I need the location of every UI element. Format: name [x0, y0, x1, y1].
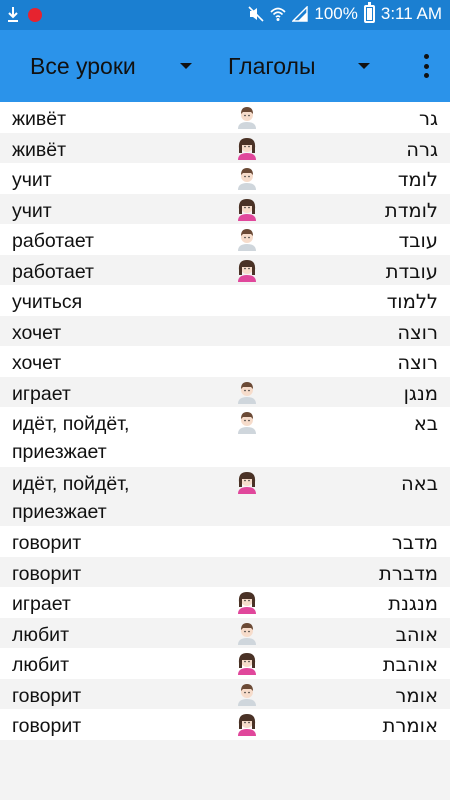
list-item[interactable]: живёт גר: [0, 102, 450, 133]
russian-word: любит: [12, 623, 69, 646]
russian-word: учит: [12, 169, 52, 191]
russian-word: учит: [12, 199, 52, 222]
list-item[interactable]: учит לומד: [0, 163, 450, 194]
hebrew-word: מנגנת: [388, 592, 438, 615]
girl-avatar-icon: [236, 590, 258, 614]
girl-avatar-icon: [236, 258, 258, 282]
boy-avatar-icon: [236, 105, 258, 129]
hebrew-word: אומרת: [382, 714, 438, 737]
hebrew-word: רוצה: [397, 320, 438, 344]
boy-avatar-icon: [236, 682, 258, 706]
russian-word: говорит: [12, 562, 82, 585]
hebrew-word: ללמוד: [386, 290, 438, 313]
status-bar: 100% 3:11 AM: [0, 0, 450, 30]
list-item[interactable]: идёт, пойдёт, приезжает באה: [0, 466, 450, 526]
list-item[interactable]: играет מנגן: [0, 376, 450, 407]
list-item[interactable]: говорит אומר: [0, 678, 450, 709]
list-item[interactable]: учит לומדת: [0, 193, 450, 224]
hebrew-word: אוהבת: [382, 653, 438, 676]
russian-word: хочет: [12, 352, 62, 374]
chevron-down-icon[interactable]: [358, 63, 370, 69]
list-item[interactable]: говорит מדבר: [0, 526, 450, 557]
hebrew-word: מדברת: [379, 561, 438, 585]
download-icon: [8, 7, 18, 22]
list-item[interactable]: учиться ללמוד: [0, 285, 450, 316]
list-item[interactable]: играет מנגנת: [0, 587, 450, 618]
hebrew-word: בא: [413, 412, 438, 435]
boy-avatar-icon: [236, 621, 258, 645]
list-item[interactable]: хочет רוצה: [0, 346, 450, 377]
girl-avatar-icon: [236, 470, 258, 494]
hebrew-word: מנגן: [403, 381, 438, 405]
russian-word: хочет: [12, 321, 62, 344]
list-item[interactable]: живёт גרה: [0, 132, 450, 163]
mute-icon: [248, 6, 264, 22]
russian-word: учиться: [12, 291, 83, 313]
boy-avatar-icon: [236, 380, 258, 404]
more-vert-icon[interactable]: [422, 52, 430, 80]
signal-icon: [292, 6, 309, 22]
battery-icon: [363, 2, 375, 23]
hebrew-word: לומד: [397, 168, 438, 191]
girl-avatar-icon: [236, 197, 258, 221]
russian-word: живёт: [12, 108, 67, 130]
list-item[interactable]: любит אוהבת: [0, 648, 450, 679]
girl-avatar-icon: [236, 712, 258, 736]
russian-word: говорит: [12, 532, 82, 554]
boy-avatar-icon: [236, 166, 258, 190]
hebrew-word: גר: [418, 107, 438, 130]
hebrew-word: לומדת: [384, 198, 438, 222]
status-right: 100% 3:11 AM: [248, 2, 442, 24]
russian-word: идёт, пойдёт, приезжает: [12, 472, 130, 523]
hebrew-word: אומר: [395, 683, 438, 707]
hebrew-word: רוצה: [397, 351, 438, 374]
word-list: живёт גר живёт גרה учит לומד учит לומדת работает…: [0, 102, 450, 740]
wifi-icon: [270, 7, 286, 21]
list-item[interactable]: работает עובדת: [0, 254, 450, 285]
app-bar: Все уроки Глаголы: [0, 30, 450, 102]
status-left: [6, 5, 42, 25]
list-item[interactable]: любит אוהב: [0, 617, 450, 648]
hebrew-word: עובד: [398, 229, 438, 252]
russian-word: работает: [12, 260, 94, 283]
russian-word: играет: [12, 593, 71, 615]
clock: 3:11 AM: [380, 4, 442, 23]
category-spinner[interactable]: Глаголы: [228, 30, 316, 102]
hebrew-word: מדבר: [391, 531, 438, 554]
battery-percent: 100%: [314, 4, 358, 23]
list-item[interactable]: идёт, пойдёт, приезжает בא: [0, 407, 450, 467]
boy-avatar-icon: [236, 410, 258, 434]
girl-avatar-icon: [236, 651, 258, 675]
list-item[interactable]: работает עובד: [0, 224, 450, 255]
russian-word: идёт, пойдёт, приезжает: [12, 413, 130, 463]
russian-word: работает: [12, 230, 94, 252]
russian-word: живёт: [12, 138, 67, 161]
lessons-spinner[interactable]: Все уроки: [30, 30, 136, 102]
hebrew-word: גרה: [406, 137, 438, 161]
russian-word: говорит: [12, 715, 82, 737]
hebrew-word: עובדת: [385, 259, 438, 283]
list-item[interactable]: говорит אומרת: [0, 709, 450, 740]
chevron-down-icon[interactable]: [180, 63, 192, 69]
list-item[interactable]: хочет רוצה: [0, 315, 450, 346]
list-item[interactable]: говорит מדברת: [0, 556, 450, 587]
boy-avatar-icon: [236, 227, 258, 251]
girl-avatar-icon: [236, 136, 258, 160]
hebrew-word: באה: [400, 471, 438, 495]
russian-word: играет: [12, 382, 71, 405]
russian-word: говорит: [12, 684, 82, 707]
hebrew-word: אוהב: [395, 622, 438, 646]
russian-word: любит: [12, 654, 69, 676]
record-icon: [28, 8, 42, 22]
